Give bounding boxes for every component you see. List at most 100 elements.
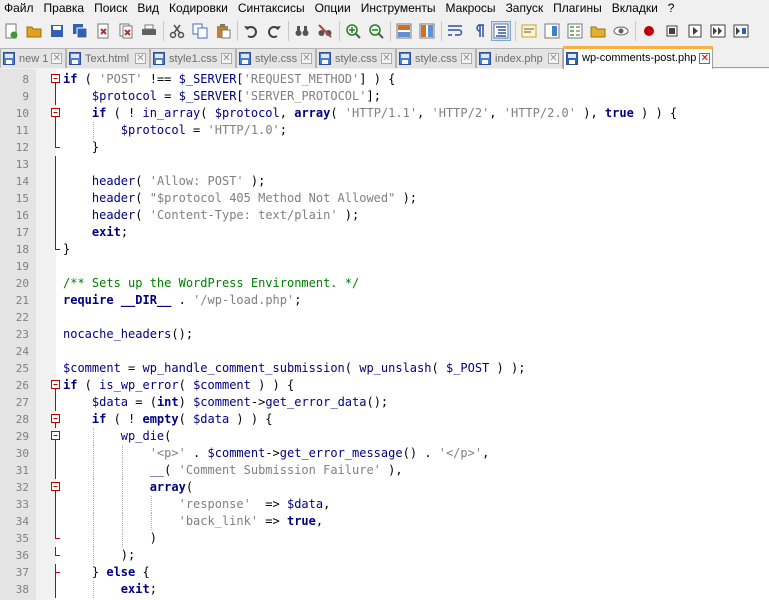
fold-toggle-icon[interactable]: [50, 377, 62, 394]
code-text[interactable]: } else {: [63, 564, 150, 581]
document-map-icon[interactable]: [542, 21, 562, 41]
code-text[interactable]: $data = (int) $comment->get_error_data()…: [63, 394, 388, 411]
stop-macro-icon[interactable]: [662, 21, 682, 41]
replace-icon[interactable]: [315, 21, 335, 41]
indent-guide-icon[interactable]: [491, 20, 511, 41]
zoom-out-icon[interactable]: [366, 21, 386, 41]
tab-close-icon[interactable]: ✕: [699, 52, 711, 64]
code-text[interactable]: require __DIR__ . '/wp-load.php';: [63, 292, 301, 309]
close-all-icon[interactable]: [116, 21, 136, 41]
fold-toggle-icon[interactable]: [50, 105, 62, 122]
zoom-in-icon[interactable]: [343, 21, 363, 41]
fold-toggle-icon[interactable]: [50, 411, 62, 428]
code-text[interactable]: $comment = wp_handle_comment_submission(…: [63, 360, 525, 377]
fold-toggle-icon[interactable]: [50, 71, 62, 88]
code-text[interactable]: if ( ! in_array( $protocol, array( 'HTTP…: [63, 105, 677, 122]
menu-item-4[interactable]: Кодировки: [165, 0, 234, 17]
code-text[interactable]: exit;: [63, 224, 128, 241]
menu-item-3[interactable]: Вид: [133, 0, 165, 17]
menu-item-8[interactable]: Макросы: [442, 0, 502, 17]
new-file-icon[interactable]: [1, 21, 21, 41]
tab-2[interactable]: style1.css ✕: [150, 48, 236, 68]
code-text[interactable]: header( 'Content-Type: text/plain' );: [63, 207, 359, 224]
tab-7[interactable]: wp-comments-post.php ✕: [563, 46, 713, 69]
code-text[interactable]: $protocol = $_SERVER['SERVER_PROTOCOL'];: [63, 88, 381, 105]
tab-close-icon[interactable]: ✕: [301, 53, 312, 64]
code-text[interactable]: }: [63, 139, 99, 156]
user-language-icon[interactable]: [519, 21, 539, 41]
code-text[interactable]: 'back_link' => true,: [63, 513, 324, 530]
tab-4[interactable]: style.css ✕: [316, 48, 396, 68]
print-icon[interactable]: [139, 21, 159, 41]
code-text[interactable]: if ( ! empty( $data ) ) {: [63, 411, 273, 428]
show-all-chars-icon[interactable]: [468, 21, 488, 41]
redo-icon[interactable]: [264, 21, 284, 41]
find-icon[interactable]: [292, 21, 312, 41]
close-icon[interactable]: [93, 21, 113, 41]
code-text[interactable]: 'response' => $data,: [63, 496, 331, 513]
code-line: 12 }: [0, 139, 769, 156]
code-text[interactable]: );: [63, 547, 135, 564]
function-list-icon[interactable]: [565, 21, 585, 41]
code-text[interactable]: ): [63, 530, 157, 547]
tab-close-icon[interactable]: ✕: [548, 53, 559, 64]
tab-close-icon[interactable]: ✕: [51, 53, 63, 64]
fold-toggle-icon[interactable]: [50, 479, 62, 496]
open-file-icon[interactable]: [24, 21, 44, 41]
sync-vertical-icon[interactable]: [394, 21, 414, 41]
menu-item-5[interactable]: Синтаксисы: [234, 0, 311, 17]
fold-toggle-icon[interactable]: [50, 428, 62, 445]
copy-icon[interactable]: [190, 21, 210, 41]
code-line: 21 require __DIR__ . '/wp-load.php';: [0, 292, 769, 309]
tab-close-icon[interactable]: ✕: [135, 53, 146, 64]
code-text[interactable]: }: [63, 241, 70, 258]
code-line: 19: [0, 258, 769, 275]
play-macro-icon[interactable]: [685, 21, 705, 41]
code-text[interactable]: header( 'Allow: POST' );: [63, 173, 265, 190]
folder-workspace-icon[interactable]: [588, 21, 608, 41]
tab-close-icon[interactable]: ✕: [221, 53, 232, 64]
tab-3[interactable]: style.css ✕: [236, 48, 316, 68]
menu-item-0[interactable]: Файл: [0, 0, 40, 17]
save-all-icon[interactable]: [70, 21, 90, 41]
tab-6[interactable]: index.php ✕: [476, 48, 563, 68]
code-text[interactable]: exit;: [63, 581, 157, 598]
fold-line: [50, 394, 62, 411]
undo-icon[interactable]: [241, 21, 261, 41]
tab-1[interactable]: Text.html ✕: [66, 48, 150, 68]
line-number: 30: [15, 447, 29, 460]
code-text[interactable]: header( "$protocol 405 Method Not Allowe…: [63, 190, 417, 207]
menu-item-10[interactable]: Плагины: [549, 0, 608, 17]
code-text[interactable]: nocache_headers();: [63, 326, 193, 343]
cut-icon[interactable]: [167, 21, 187, 41]
record-macro-icon[interactable]: [639, 21, 659, 41]
code-text[interactable]: if ( is_wp_error( $comment ) ) {: [63, 377, 294, 394]
tab-0[interactable]: new 1 ✕: [0, 48, 66, 68]
monitoring-icon[interactable]: [611, 21, 631, 41]
code-text[interactable]: '<p>' . $comment->get_error_message() . …: [63, 445, 490, 462]
tab-5[interactable]: style.css ✕: [396, 48, 476, 68]
code-text[interactable]: __( 'Comment Submission Failure' ),: [63, 462, 403, 479]
word-wrap-icon[interactable]: [445, 21, 465, 41]
tab-close-icon[interactable]: ✕: [381, 53, 392, 64]
menu-item-1[interactable]: Правка: [40, 0, 91, 17]
paste-icon[interactable]: [213, 21, 233, 41]
save-macro-icon[interactable]: [731, 21, 751, 41]
code-text[interactable]: $protocol = 'HTTP/1.0';: [63, 122, 287, 139]
menu-item-2[interactable]: Поиск: [90, 0, 133, 17]
play-macro-multiple-icon[interactable]: [708, 21, 728, 41]
code-text[interactable]: wp_die(: [63, 428, 172, 445]
save-icon[interactable]: [47, 21, 67, 41]
menu-item-6[interactable]: Опции: [311, 0, 357, 17]
sync-horizontal-icon[interactable]: [417, 21, 437, 41]
code-text[interactable]: /** Sets up the WordPress Environment. *…: [63, 275, 359, 292]
line-number: 23: [15, 328, 29, 341]
code-text[interactable]: if ( 'POST' !== $_SERVER['REQUEST_METHOD…: [63, 71, 395, 88]
menu-item-12[interactable]: ?: [664, 0, 681, 17]
menu-item-7[interactable]: Инструменты: [357, 0, 442, 17]
menu-item-11[interactable]: Вкладки: [608, 0, 664, 17]
tab-close-icon[interactable]: ✕: [461, 53, 472, 64]
code-text[interactable]: array(: [63, 479, 193, 496]
menu-item-9[interactable]: Запуск: [502, 0, 550, 17]
code-editor[interactable]: 8 if ( 'POST' !== $_SERVER['REQUEST_METHO…: [0, 69, 769, 600]
